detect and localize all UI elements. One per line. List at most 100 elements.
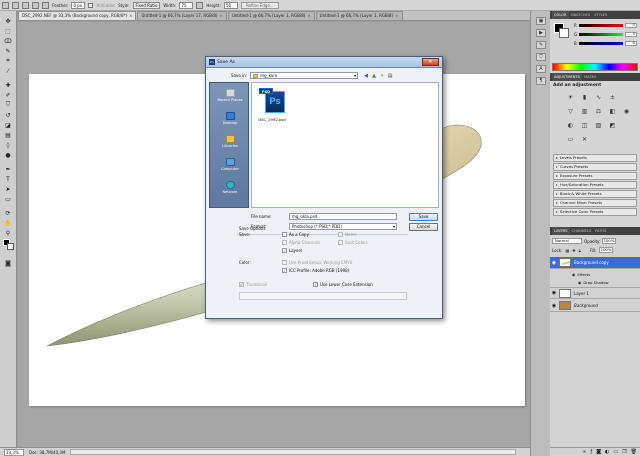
move-tool-icon[interactable]: ✥ (2, 17, 14, 25)
blend-mode-select[interactable]: Normal (552, 238, 582, 244)
vibrance-icon[interactable]: ▽ (566, 107, 575, 115)
hand-tool-icon[interactable]: ✋ (2, 219, 14, 227)
up-folder-icon[interactable]: ▲ (371, 73, 377, 79)
use-proof-setup-checkbox[interactable]: Use Proof Setup: Working CMYK (282, 260, 352, 265)
checkbox-box[interactable] (282, 260, 287, 265)
color-spectrum[interactable] (552, 63, 638, 71)
quick-mask-icon[interactable]: ◙ (2, 259, 14, 267)
posterize-icon[interactable]: ▧ (594, 121, 603, 129)
marquee-tool-icon[interactable] (2, 1, 9, 9)
new-layer-icon[interactable]: ❐ (622, 449, 626, 455)
place-desktop[interactable]: Desktop (210, 112, 250, 125)
add-selection-icon[interactable] (22, 1, 29, 9)
check-icon[interactable]: ✓ (282, 268, 287, 273)
close-icon[interactable]: × (129, 13, 132, 18)
document-tab[interactable]: Untitled-1 @ 66,7% (Layer 17, RGB/8) × (137, 11, 227, 20)
fill-input[interactable]: 100% (599, 247, 614, 253)
eye-icon[interactable]: ◉ (550, 260, 558, 266)
eye-icon[interactable]: ◉ (550, 303, 558, 309)
threshold-icon[interactable]: ◩ (608, 121, 617, 129)
tab-layers[interactable]: LAYERS (552, 227, 570, 235)
eye-icon[interactable]: ◉ (550, 290, 558, 296)
document-tab[interactable]: DSC_2992.NEF @ 33,3% (Background copy, R… (18, 11, 137, 20)
black-white-icon[interactable]: ◧ (608, 107, 617, 115)
marquee-tool-icon[interactable]: ⬚ (2, 27, 14, 35)
list-item[interactable]: ▸ Hue/Saturation Presets (553, 181, 637, 189)
color-slider-blue[interactable]: B 0 (574, 41, 637, 46)
eraser-tool-icon[interactable]: ◪ (2, 121, 14, 129)
paragraph-panel-icon[interactable]: ¶ (536, 77, 546, 85)
color-balance-icon[interactable]: ⚖ (594, 107, 603, 115)
path-select-tool-icon[interactable]: ➤ (2, 185, 14, 193)
slider-value[interactable]: 0 (624, 23, 637, 28)
slider-value[interactable]: 0 (625, 32, 638, 37)
intersect-selection-icon[interactable] (42, 1, 49, 9)
3d-rotate-tool-icon[interactable]: ⟳ (2, 209, 14, 217)
width-input[interactable]: 75 (179, 1, 194, 9)
list-item[interactable]: ▸ Selective Color Presets (553, 208, 637, 216)
link-icon[interactable]: ∞ (582, 449, 586, 455)
place-libraries[interactable]: Libraries (210, 135, 250, 148)
tab-color[interactable]: COLOR (552, 11, 569, 19)
document-tab[interactable]: Untitled-1 @ 66,7% (Layer 1, RGB/8) × (315, 11, 403, 20)
back-icon[interactable]: ◀ (363, 73, 369, 79)
icc-profile-checkbox[interactable]: ✓ ICC Profile: Adobe RGB (1998) (282, 268, 349, 273)
close-icon[interactable]: × (395, 13, 398, 18)
actions-panel-icon[interactable]: ▶ (536, 29, 546, 37)
save-in-select[interactable]: mg_kure ▾ (250, 72, 359, 79)
type-tool-icon[interactable]: T (2, 175, 14, 183)
swap-dimensions-icon[interactable] (196, 1, 204, 9)
history-brush-tool-icon[interactable]: ↺ (2, 111, 14, 119)
lock-all-icon[interactable]: 🔒︎ (579, 248, 581, 253)
list-item[interactable]: ▸ Channel Mixer Presets (553, 199, 637, 207)
lasso-tool-icon[interactable]: ↀ (2, 37, 14, 45)
lock-pixels-icon[interactable]: ▦ (565, 248, 569, 253)
checkbox-box[interactable] (282, 240, 287, 245)
layers-checkbox[interactable]: ✓ Layers (282, 248, 302, 253)
curves-icon[interactable]: ∿ (594, 93, 603, 101)
as-a-copy-checkbox[interactable]: As a Copy (282, 232, 309, 237)
eyedropper-tool-icon[interactable]: ⁄ (2, 67, 14, 75)
format-select[interactable]: Photoshop (*.PSD;*.PDD) ▾ (289, 223, 397, 230)
tab-channels[interactable]: CHANNELS (570, 227, 594, 235)
list-item[interactable]: ▸ Exposure Presets (553, 172, 637, 180)
levels-icon[interactable]: ▮ (580, 93, 589, 101)
checkbox-box[interactable] (338, 232, 343, 237)
list-item[interactable]: ▸ Curves Presets (553, 163, 637, 171)
subtract-selection-icon[interactable] (32, 1, 39, 9)
horizontal-scrollbar[interactable] (70, 449, 516, 455)
document-tab[interactable]: Untitled-1 @ 66,7% (Layer 1, RGB/8) × (227, 11, 315, 20)
close-icon[interactable]: × (219, 13, 222, 18)
background-color-swatch[interactable] (7, 243, 14, 250)
character-panel-icon[interactable]: A (536, 65, 546, 73)
tab-paths[interactable]: PATHS (593, 227, 608, 235)
color-slider-green[interactable]: G 0 (574, 32, 638, 37)
clone-stamp-tool-icon[interactable]: ⛉ (2, 101, 14, 109)
lower-case-extension-checkbox[interactable]: ✓ Use Lower Case Extension (313, 282, 373, 287)
check-icon[interactable]: ✓ (239, 282, 244, 287)
new-selection-icon[interactable] (12, 1, 19, 9)
gradient-tool-icon[interactable]: ▤ (2, 131, 14, 139)
close-icon[interactable]: × (307, 13, 310, 18)
place-recent[interactable]: Recent Places (210, 89, 250, 102)
tab-styles[interactable]: STYLES (592, 11, 609, 19)
dodge-tool-icon[interactable]: ● (2, 151, 14, 159)
tab-adjustments[interactable]: ADJUSTMENTS (552, 73, 582, 81)
effects-row[interactable]: ◉ Effects (550, 270, 640, 278)
file-list[interactable]: Ps PSD DSC_2992.psd (251, 82, 439, 208)
file-name-input[interactable]: mg_okla.psd (289, 213, 397, 220)
invert-icon[interactable]: ◫ (580, 121, 589, 129)
style-select[interactable]: Fixed Ratio (132, 1, 161, 9)
pen-tool-icon[interactable]: ✒ (2, 165, 14, 173)
layer-row[interactable]: ◉ Layer 1 (550, 287, 640, 299)
slider-track[interactable] (578, 42, 623, 45)
close-button[interactable]: ✕ (422, 58, 439, 66)
zoom-tool-icon[interactable]: ⚲ (2, 229, 14, 237)
feather-input[interactable]: 0 px (71, 1, 86, 9)
slider-value[interactable]: 0 (624, 41, 637, 46)
color-slider-red[interactable]: R 0 (574, 23, 637, 28)
trash-icon[interactable]: 🗑︎ (631, 449, 637, 455)
layer-row[interactable]: ◉ Background copy (550, 257, 640, 269)
refine-edge-button[interactable]: Refine Edge... (240, 1, 279, 9)
slider-track[interactable] (578, 24, 623, 27)
